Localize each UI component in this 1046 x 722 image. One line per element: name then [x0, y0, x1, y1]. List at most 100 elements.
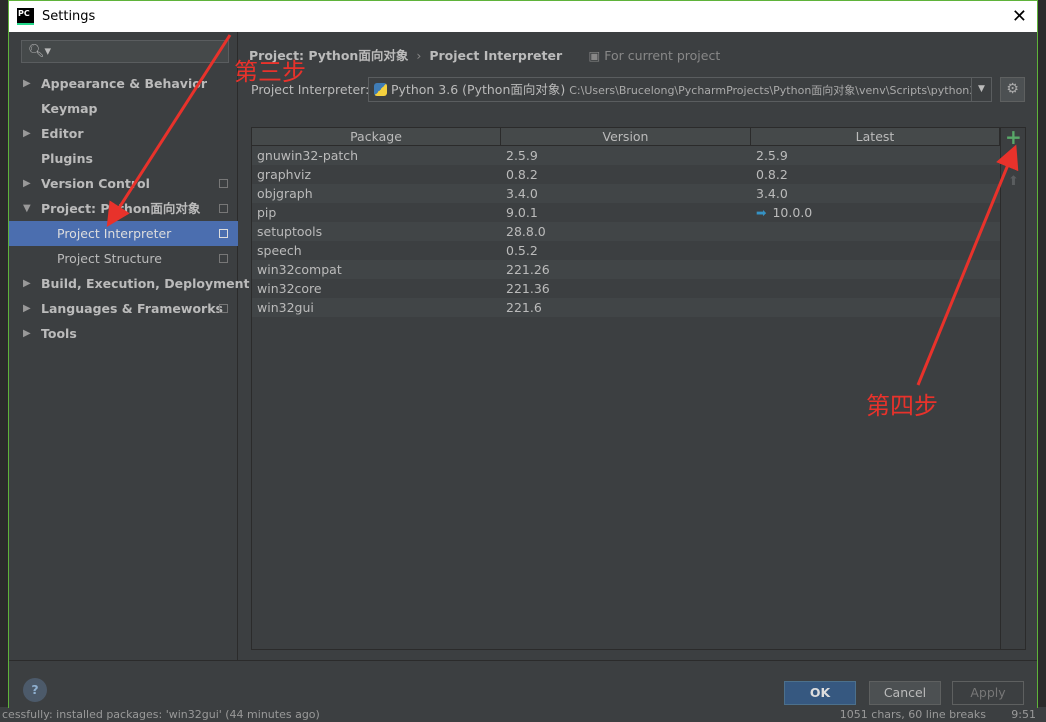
chevron-down-icon[interactable]: ▼ — [971, 78, 991, 101]
close-icon[interactable]: ✕ — [1012, 6, 1027, 27]
sidebar-item-label: Appearance & Behavior — [41, 76, 207, 91]
collapsed-arrow-icon[interactable]: ▶ — [23, 121, 31, 146]
sidebar-item[interactable]: ▶ Languages & Frameworks — [9, 296, 238, 321]
sidebar-item-label: Version Control — [41, 176, 150, 191]
cell-text: graphviz — [257, 167, 312, 182]
apply-button[interactable]: Apply — [952, 681, 1024, 705]
cell-name: objgraph — [252, 184, 501, 203]
cancel-button[interactable]: Cancel — [869, 681, 941, 705]
scope-label: ▣ For current project — [588, 48, 720, 63]
sidebar-item-label: Project Structure — [57, 251, 162, 266]
table-row[interactable]: objgraph 3.4.0 3.4.0 — [252, 184, 1000, 203]
column-latest[interactable]: Latest — [751, 128, 1000, 145]
collapsed-arrow-icon[interactable]: ▶ — [23, 71, 31, 96]
project-scope-icon — [219, 304, 228, 313]
project-scope-icon: ▣ — [588, 48, 605, 63]
upgrade-package-button[interactable]: ⬆ — [1008, 174, 1019, 189]
cell-text: pip — [257, 205, 277, 220]
help-icon[interactable]: ? — [23, 678, 47, 702]
table-row[interactable]: setuptools 28.8.0 — [252, 222, 1000, 241]
expanded-arrow-icon[interactable]: ▼ — [23, 196, 31, 221]
sidebar-item[interactable]: ▶ Appearance & Behavior — [9, 71, 238, 96]
sidebar-item-label: Keymap — [41, 101, 98, 116]
gear-icon[interactable]: ⚙ — [1000, 77, 1025, 102]
sidebar-item[interactable]: ▶ Editor — [9, 121, 238, 146]
cell-name: graphviz — [252, 165, 501, 184]
collapsed-arrow-icon[interactable]: ▶ — [23, 296, 31, 321]
step3-annotation: 第三步 — [234, 58, 306, 86]
cell-text: 3.4.0 — [506, 186, 538, 201]
table-row[interactable]: gnuwin32-patch 2.5.9 2.5.9 — [252, 146, 1000, 165]
status-position: 9:51 — [1011, 708, 1036, 721]
settings-dialog: PC Settings ✕ 🔍︎▾ ▶ Appearance & Behavior… — [8, 0, 1038, 708]
cell-name: gnuwin32-patch — [252, 146, 501, 165]
cell-name: win32gui — [252, 298, 501, 317]
table-row[interactable]: pip 9.0.1 ➡ 10.0.0 — [252, 203, 1000, 222]
cell-latest: 3.4.0 — [751, 184, 1000, 203]
breadcrumb-current: Project Interpreter — [429, 48, 563, 63]
interpreter-select[interactable]: Python 3.6 (Python面向对象) C:\Users\Brucelo… — [368, 77, 992, 102]
cell-text: 28.8.0 — [506, 224, 546, 239]
cell-text: objgraph — [257, 186, 313, 201]
cell-text: win32gui — [257, 300, 314, 315]
collapsed-arrow-icon[interactable]: ▶ — [23, 271, 31, 296]
cell-text: setuptools — [257, 224, 323, 239]
table-row[interactable]: graphviz 0.8.2 0.8.2 — [252, 165, 1000, 184]
cell-text: 0.8.2 — [506, 167, 538, 182]
sidebar-item[interactable]: Keymap — [9, 96, 238, 121]
cell-text: gnuwin32-patch — [257, 148, 359, 163]
table-row[interactable]: win32compat 221.26 — [252, 260, 1000, 279]
cell-version: 2.5.9 — [501, 146, 751, 165]
sidebar-item[interactable]: Project Structure — [9, 246, 238, 271]
sidebar-item[interactable]: ▶ Build, Execution, Deployment — [9, 271, 249, 296]
sidebar-item-label: Plugins — [41, 151, 93, 166]
cell-version: 221.36 — [501, 279, 751, 298]
interpreter-panel: Project: Python面向对象 › Project Interpreter … — [239, 32, 1039, 660]
cell-name: win32compat — [252, 260, 501, 279]
search-icon: 🔍︎▾ — [28, 44, 52, 59]
cell-text: 0.8.2 — [756, 167, 788, 182]
sidebar-item[interactable]: ▶ Tools — [9, 321, 238, 346]
sidebar-item[interactable]: Plugins — [9, 146, 238, 171]
pycharm-logo-icon: PC — [17, 8, 34, 25]
cell-text: 221.6 — [506, 300, 542, 315]
table-toolbar: + ⬆ — [1001, 125, 1026, 650]
dialog-footer: ? OK Cancel Apply — [9, 660, 1037, 708]
status-message: cessfully: installed packages: 'win32gui… — [2, 708, 320, 721]
column-version[interactable]: Version — [501, 128, 751, 145]
cell-text: win32core — [257, 281, 322, 296]
ok-button[interactable]: OK — [784, 681, 856, 705]
cell-text: 10.0.0 — [772, 205, 813, 220]
cell-text: speech — [257, 243, 302, 258]
table-row[interactable]: win32gui 221.6 — [252, 298, 1000, 317]
project-scope-icon — [219, 179, 228, 188]
sidebar-item-label: Editor — [41, 126, 84, 141]
project-scope-icon — [219, 204, 228, 213]
sidebar-item[interactable]: ▼ Project: Python面向对象 — [9, 196, 238, 221]
cell-latest — [751, 298, 1000, 317]
cell-text: 221.36 — [506, 281, 550, 296]
collapsed-arrow-icon[interactable]: ▶ — [23, 171, 31, 196]
sidebar-item-label: Project: Python面向对象 — [41, 201, 201, 216]
window-title: Settings — [42, 9, 96, 24]
interpreter-name: Python 3.6 (Python面向对象) — [391, 82, 566, 97]
table-row[interactable]: speech 0.5.2 — [252, 241, 1000, 260]
sidebar-item[interactable]: ▶ Version Control — [9, 171, 238, 196]
collapsed-arrow-icon[interactable]: ▶ — [23, 321, 31, 346]
column-package[interactable]: Package — [252, 128, 501, 145]
project-scope-icon — [219, 229, 228, 238]
breadcrumb: Project: Python面向对象 › Project Interpreter … — [249, 45, 720, 64]
table-row[interactable]: win32core 221.36 — [252, 279, 1000, 298]
settings-search-input[interactable]: 🔍︎▾ — [21, 40, 229, 63]
sidebar-item[interactable]: Project Interpreter — [9, 221, 238, 246]
add-package-button[interactable]: + — [1005, 125, 1022, 149]
cell-name: pip — [252, 203, 501, 222]
cell-latest — [751, 279, 1000, 298]
title-bar: PC Settings ✕ — [9, 1, 1037, 32]
breadcrumb-separator: › — [416, 48, 422, 63]
cell-latest: 2.5.9 — [751, 146, 1000, 165]
cell-version: 28.8.0 — [501, 222, 751, 241]
cell-latest — [751, 222, 1000, 241]
cell-name: win32core — [252, 279, 501, 298]
sidebar-item-label: Languages & Frameworks — [41, 301, 223, 316]
